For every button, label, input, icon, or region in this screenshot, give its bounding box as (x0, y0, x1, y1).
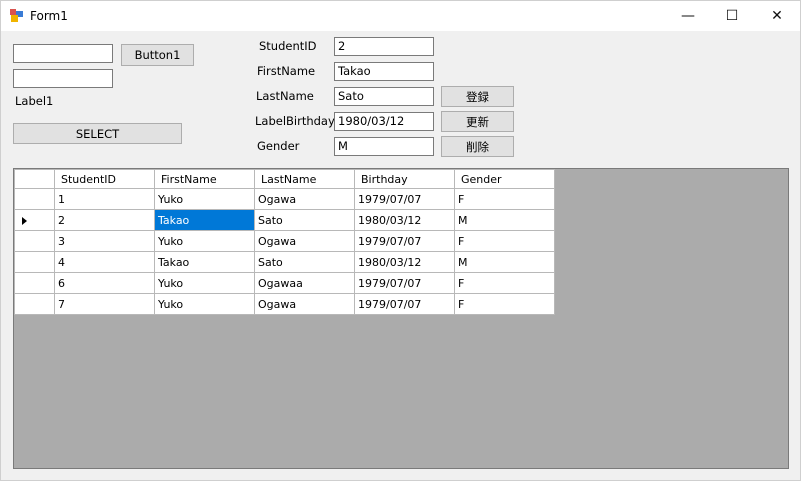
main-window: Form1 — ☐ ✕ Button1 Label1 SELECT Studen… (0, 0, 801, 481)
app-icon (10, 9, 23, 22)
close-icon[interactable]: ✕ (754, 1, 800, 31)
lastname-label: LastName (256, 89, 314, 103)
cell-gender[interactable]: F (454, 188, 555, 210)
table-row[interactable]: 2 Takao Sato 1980/03/12 M (14, 209, 555, 231)
cell-lastname[interactable]: Ogawaa (254, 272, 355, 294)
column-header-lastname[interactable]: LastName (254, 169, 355, 189)
cell-lastname[interactable]: Ogawa (254, 230, 355, 252)
cell-lastname[interactable]: Ogawa (254, 188, 355, 210)
update-button[interactable]: 更新 (441, 111, 514, 132)
cell-birthday[interactable]: 1980/03/12 (354, 209, 455, 231)
studentid-label: StudentID (259, 39, 317, 53)
cell-birthday[interactable]: 1979/07/07 (354, 272, 455, 294)
minimize-icon[interactable]: — (665, 1, 711, 31)
table-row[interactable]: 3 Yuko Ogawa 1979/07/07 F (14, 230, 555, 252)
cell-firstname[interactable]: Yuko (154, 293, 255, 315)
row-header[interactable] (14, 230, 55, 252)
cell-gender[interactable]: F (454, 293, 555, 315)
cell-firstname[interactable]: Yuko (154, 272, 255, 294)
column-header-gender[interactable]: Gender (454, 169, 555, 189)
label1: Label1 (15, 94, 54, 108)
cell-birthday[interactable]: 1980/03/12 (354, 251, 455, 273)
cell-firstname-selected[interactable]: Takao (154, 209, 255, 231)
cell-gender[interactable]: F (454, 230, 555, 252)
title-bar[interactable]: Form1 — ☐ ✕ (1, 1, 800, 31)
column-header-firstname[interactable]: FirstName (154, 169, 255, 189)
birthday-field[interactable]: 1980/03/12 (334, 112, 434, 131)
cell-birthday[interactable]: 1979/07/07 (354, 230, 455, 252)
grid-table: StudentID FirstName LastName Birthday Ge… (14, 169, 555, 315)
studentid-field[interactable]: 2 (334, 37, 434, 56)
register-button[interactable]: 登録 (441, 86, 514, 107)
grid-corner-header[interactable] (14, 169, 55, 189)
cell-studentid[interactable]: 2 (54, 209, 155, 231)
cell-birthday[interactable]: 1979/07/07 (354, 293, 455, 315)
firstname-label: FirstName (257, 64, 316, 78)
cell-studentid[interactable]: 6 (54, 272, 155, 294)
row-header[interactable] (14, 188, 55, 210)
grid-header-row: StudentID FirstName LastName Birthday Ge… (14, 169, 555, 189)
cell-lastname[interactable]: Sato (254, 209, 355, 231)
current-row-arrow-icon (22, 217, 27, 225)
column-header-studentid[interactable]: StudentID (54, 169, 155, 189)
gender-label: Gender (257, 139, 300, 153)
select-button[interactable]: SELECT (13, 123, 182, 144)
cell-firstname[interactable]: Takao (154, 251, 255, 273)
cell-gender[interactable]: F (454, 272, 555, 294)
textbox1[interactable] (13, 44, 113, 63)
textbox2[interactable] (13, 69, 113, 88)
delete-button[interactable]: 削除 (441, 136, 514, 157)
cell-firstname[interactable]: Yuko (154, 188, 255, 210)
button1[interactable]: Button1 (121, 44, 194, 66)
gender-field[interactable]: M (334, 137, 434, 156)
cell-lastname[interactable]: Sato (254, 251, 355, 273)
cell-firstname[interactable]: Yuko (154, 230, 255, 252)
row-header[interactable] (14, 293, 55, 315)
table-row[interactable]: 1 Yuko Ogawa 1979/07/07 F (14, 188, 555, 210)
lastname-field[interactable]: Sato (334, 87, 434, 106)
row-header[interactable] (14, 272, 55, 294)
cell-lastname[interactable]: Ogawa (254, 293, 355, 315)
cell-birthday[interactable]: 1979/07/07 (354, 188, 455, 210)
cell-studentid[interactable]: 4 (54, 251, 155, 273)
cell-studentid[interactable]: 7 (54, 293, 155, 315)
cell-gender[interactable]: M (454, 209, 555, 231)
data-grid[interactable]: StudentID FirstName LastName Birthday Ge… (13, 168, 789, 469)
column-header-birthday[interactable]: Birthday (354, 169, 455, 189)
cell-studentid[interactable]: 3 (54, 230, 155, 252)
table-row[interactable]: 4 Takao Sato 1980/03/12 M (14, 251, 555, 273)
table-row[interactable]: 6 Yuko Ogawaa 1979/07/07 F (14, 272, 555, 294)
table-row[interactable]: 7 Yuko Ogawa 1979/07/07 F (14, 293, 555, 315)
birthday-label: LabelBirthday (255, 114, 335, 128)
firstname-field[interactable]: Takao (334, 62, 434, 81)
row-header[interactable] (14, 251, 55, 273)
cell-gender[interactable]: M (454, 251, 555, 273)
cell-studentid[interactable]: 1 (54, 188, 155, 210)
maximize-icon[interactable]: ☐ (709, 1, 755, 31)
row-header[interactable] (14, 209, 55, 231)
window-title: Form1 (30, 9, 68, 23)
